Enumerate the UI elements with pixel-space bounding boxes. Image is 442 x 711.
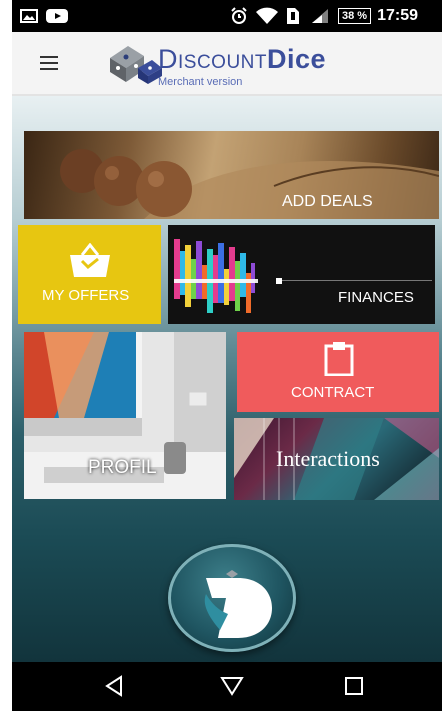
finances-tile[interactable]: FINANCES <box>168 225 435 324</box>
system-nav-bar <box>12 662 442 711</box>
alarm-icon <box>231 7 247 24</box>
profil-tile[interactable]: PROFIL <box>24 332 226 499</box>
battery-indicator: 38 % <box>338 8 372 24</box>
finances-label: FINANCES <box>338 289 414 306</box>
add-deals-tile[interactable]: ADD DEALS <box>24 131 439 219</box>
finances-graphic <box>174 239 432 313</box>
app-frame: 38 % 17:59 DiscountDice Merchant version <box>12 0 442 711</box>
sim-icon <box>287 8 299 24</box>
my-offers-tile[interactable]: MY OFFERS <box>18 225 161 324</box>
logo-title-suffix: Dice <box>267 44 327 74</box>
interactions-label: Interactions <box>276 446 380 471</box>
interactions-tile[interactable]: Interactions <box>234 418 439 500</box>
app-logo-subtitle: Merchant version <box>158 76 243 88</box>
youtube-icon <box>46 9 68 23</box>
basket-icon <box>70 243 110 277</box>
discountdice-home-button[interactable] <box>168 544 296 652</box>
clipboard-icon <box>324 342 354 376</box>
app-logo-title: DiscountDice <box>158 44 326 75</box>
dice-logo-icon <box>110 46 162 84</box>
signal-icon <box>312 9 328 23</box>
contract-tile[interactable]: CONTRACT <box>237 332 439 412</box>
add-deals-label: ADD DEALS <box>282 193 373 210</box>
clock: 17:59 <box>377 7 418 24</box>
profil-label: PROFIL <box>88 457 157 478</box>
status-bar: 38 % 17:59 <box>12 0 442 32</box>
deals-photo <box>60 149 439 219</box>
recents-square-icon[interactable] <box>342 674 366 698</box>
status-indicators: 38 % 17:59 <box>230 0 418 32</box>
back-triangle-icon[interactable] <box>102 674 126 698</box>
app-bar: DiscountDice Merchant version <box>12 32 442 96</box>
wifi-icon <box>256 7 278 24</box>
logo-title-prefix: Discount <box>158 44 267 74</box>
gallery-icon <box>20 9 38 23</box>
home-icon[interactable] <box>220 674 244 698</box>
my-offers-label: MY OFFERS <box>42 287 130 304</box>
discountdice-d-logo-icon <box>204 570 272 638</box>
dashboard: ADD DEALS MY OFFERS FINANCES PROFIL CONT… <box>12 96 442 662</box>
hamburger-icon[interactable] <box>40 56 58 70</box>
status-notifications <box>20 0 68 32</box>
contract-label: CONTRACT <box>291 384 375 401</box>
